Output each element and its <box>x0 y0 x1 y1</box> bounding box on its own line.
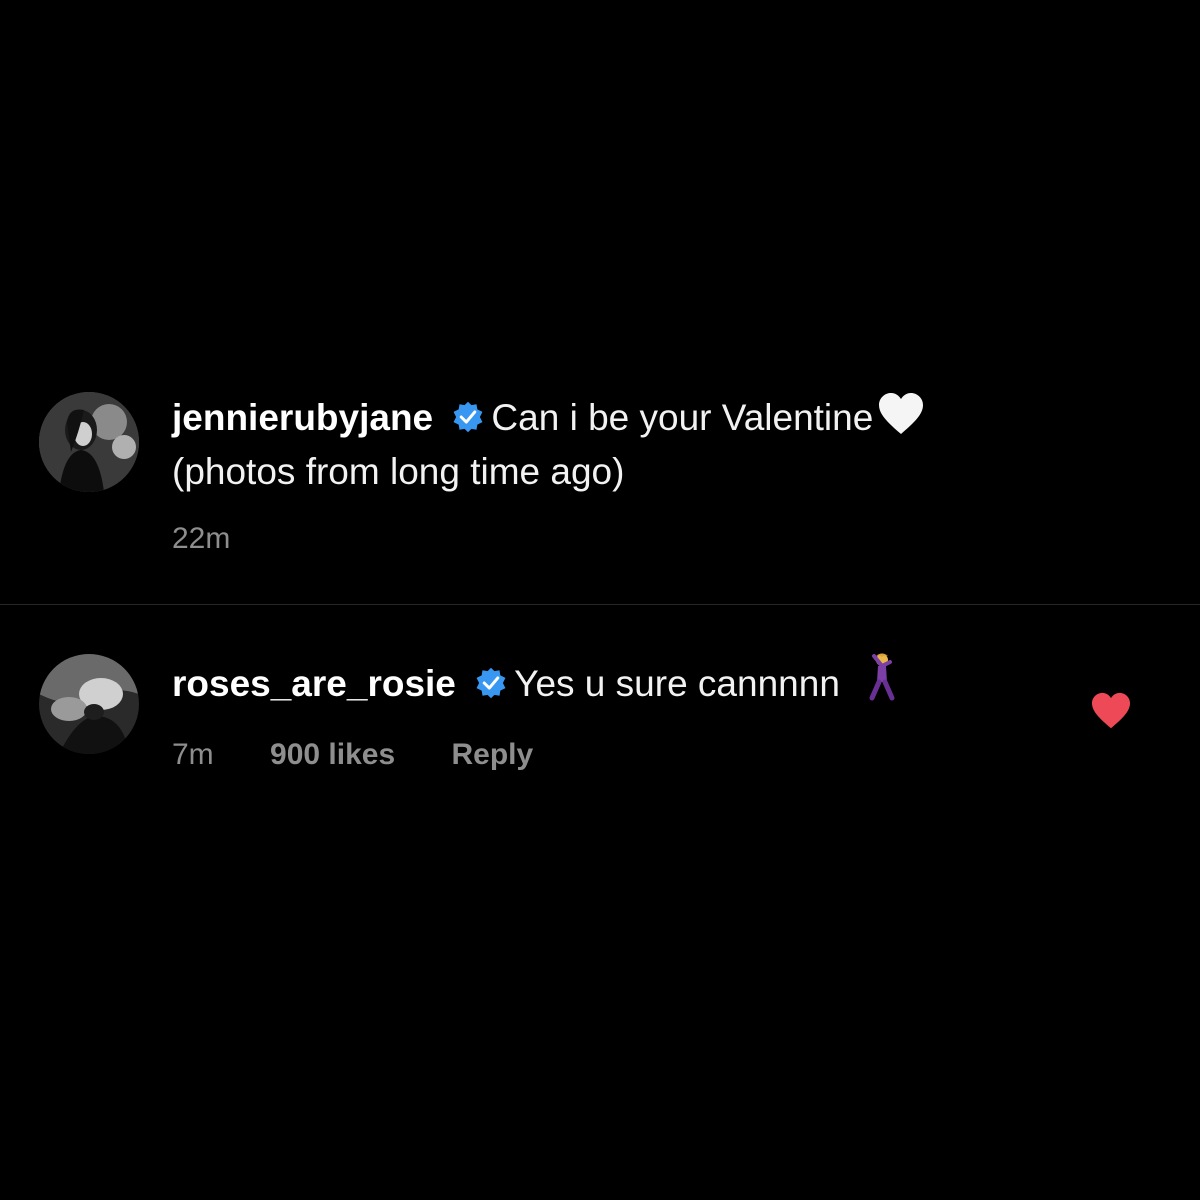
comment-text: Yes u sure cannnnn <box>514 663 840 704</box>
comment-timestamp: 7m <box>172 738 214 771</box>
comment-actions: 7m 900 likes Reply <box>172 738 1080 772</box>
reply-button[interactable]: Reply <box>452 738 534 771</box>
comment-timestamp: 22m <box>172 522 231 555</box>
comment-text: Can i be your Valentine <box>491 397 874 438</box>
avatar[interactable] <box>39 392 139 492</box>
comment-text-continued: (photos from long time ago) <box>172 451 625 492</box>
white-heart-icon <box>877 392 925 448</box>
like-heart-icon[interactable] <box>1090 692 1132 730</box>
verified-badge-icon <box>451 398 485 433</box>
comment-username[interactable]: jennierubyjane <box>172 397 433 438</box>
avatar[interactable] <box>39 654 139 754</box>
divider <box>0 604 1200 605</box>
verified-badge-icon <box>474 664 508 699</box>
dancing-person-icon <box>862 652 902 714</box>
comment-username[interactable]: roses_are_rosie <box>172 663 456 704</box>
likes-count[interactable]: 900 likes <box>270 738 395 771</box>
